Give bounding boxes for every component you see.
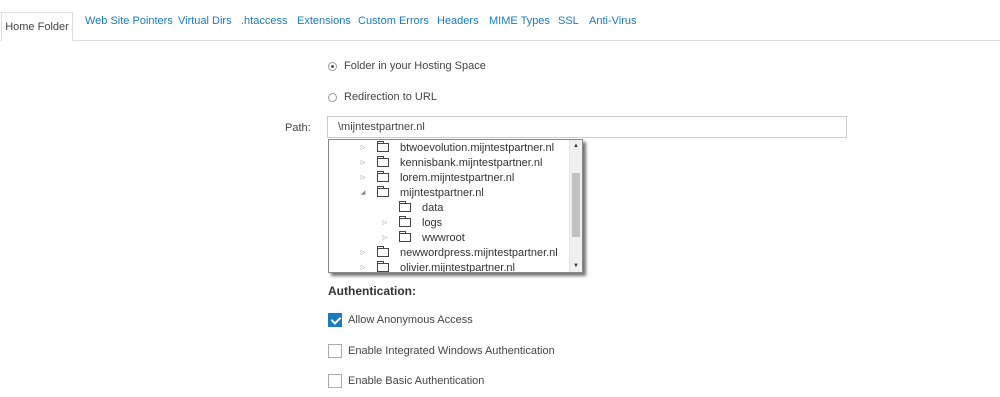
tree-item[interactable]: ▷ btwoevolution.mijntestpartner.nl: [359, 140, 554, 155]
scroll-down-icon[interactable]: ▼: [570, 260, 582, 272]
tree-item-label: kennisbank.mijntestpartner.nl: [400, 156, 543, 169]
folder-option[interactable]: Folder in your Hosting Space: [328, 60, 486, 72]
folder-icon: [377, 141, 389, 152]
tree-item[interactable]: ▷ newwordpress.mijntestpartner.nl: [359, 245, 558, 260]
redirect-option[interactable]: Redirection to URL: [328, 91, 437, 103]
expand-arrow-icon[interactable]: ▷: [359, 159, 367, 166]
folder-radio[interactable]: [328, 61, 337, 71]
tree-item-label: wwwroot: [422, 231, 465, 244]
folder-icon: [399, 201, 411, 212]
tab-htaccess[interactable]: .htaccess: [241, 15, 287, 27]
expand-arrow-icon[interactable]: ▷: [381, 219, 389, 226]
expand-arrow-icon[interactable]: ▷: [359, 174, 367, 181]
scroll-up-icon[interactable]: ▲: [570, 140, 582, 152]
folder-tree[interactable]: ▷ btwoevolution.mijntestpartner.nl ▷ ken…: [328, 139, 583, 273]
collapse-arrow-icon[interactable]: ◢: [359, 189, 367, 196]
windows-auth-label: Enable Integrated Windows Authentication: [348, 345, 555, 357]
tab-anti-virus[interactable]: Anti-Virus: [589, 15, 636, 27]
folder-icon: [377, 261, 389, 272]
anonymous-access-label: Allow Anonymous Access: [348, 314, 473, 326]
tab-mime-types[interactable]: MIME Types: [489, 15, 550, 27]
tab-web-site-pointers[interactable]: Web Site Pointers: [85, 15, 173, 27]
tree-item[interactable]: data: [381, 200, 443, 215]
tab-home-folder[interactable]: Home Folder: [1, 12, 73, 41]
basic-auth-option[interactable]: Enable Basic Authentication: [328, 374, 484, 388]
redirect-option-label: Redirection to URL: [344, 91, 437, 103]
tree-item-label: olivier.mijntestpartner.nl: [400, 261, 515, 273]
authentication-heading: Authentication:: [328, 284, 416, 298]
tab-custom-errors[interactable]: Custom Errors: [358, 15, 429, 27]
folder-icon: [377, 156, 389, 167]
folder-icon: [399, 216, 411, 227]
windows-auth-option[interactable]: Enable Integrated Windows Authentication: [328, 344, 555, 358]
tree-scrollbar[interactable]: ▲ ▼: [569, 140, 582, 272]
folder-icon: [377, 246, 389, 257]
tree-item[interactable]: ▷ logs: [381, 215, 442, 230]
basic-auth-checkbox[interactable]: [328, 374, 342, 388]
folder-icon: [377, 186, 389, 197]
tree-item-label: newwordpress.mijntestpartner.nl: [400, 246, 558, 259]
anonymous-access-option[interactable]: Allow Anonymous Access: [328, 313, 473, 327]
tree-item[interactable]: ▷ lorem.mijntestpartner.nl: [359, 170, 514, 185]
expand-arrow-icon[interactable]: ▷: [359, 144, 367, 151]
folder-option-label: Folder in your Hosting Space: [344, 60, 486, 72]
scroll-thumb[interactable]: [572, 173, 580, 237]
redirect-radio[interactable]: [328, 92, 337, 102]
tab-headers[interactable]: Headers: [437, 15, 479, 27]
tree-item-label: lorem.mijntestpartner.nl: [400, 171, 515, 184]
expand-arrow-icon[interactable]: ▷: [359, 249, 367, 256]
path-label: Path:: [285, 122, 311, 134]
tab-ssl[interactable]: SSL: [558, 15, 579, 27]
anonymous-access-checkbox[interactable]: [328, 313, 342, 327]
expand-arrow-icon[interactable]: ▷: [359, 264, 367, 271]
tab-bar: Home Folder Web Site Pointers Virtual Di…: [0, 0, 1000, 41]
tree-item[interactable]: ▷ kennisbank.mijntestpartner.nl: [359, 155, 542, 170]
tree-item[interactable]: ▷ olivier.mijntestpartner.nl: [359, 260, 515, 273]
tree-item-label: mijntestpartner.nl: [400, 186, 484, 199]
tree-item[interactable]: ◢ mijntestpartner.nl: [359, 185, 484, 200]
basic-auth-label: Enable Basic Authentication: [348, 375, 485, 387]
expand-arrow-icon[interactable]: ▷: [381, 234, 389, 241]
folder-icon: [399, 231, 411, 242]
tree-item-label: data: [422, 201, 444, 214]
path-input[interactable]: \mijntestpartner.nl: [327, 116, 847, 138]
tree-item-label: logs: [422, 216, 443, 229]
tab-virtual-dirs[interactable]: Virtual Dirs: [178, 15, 232, 27]
windows-auth-checkbox[interactable]: [328, 344, 342, 358]
tree-item-label: btwoevolution.mijntestpartner.nl: [400, 141, 555, 154]
folder-icon: [377, 171, 389, 182]
tree-item[interactable]: ▷ wwwroot: [381, 230, 465, 245]
tab-extensions[interactable]: Extensions: [297, 15, 351, 27]
